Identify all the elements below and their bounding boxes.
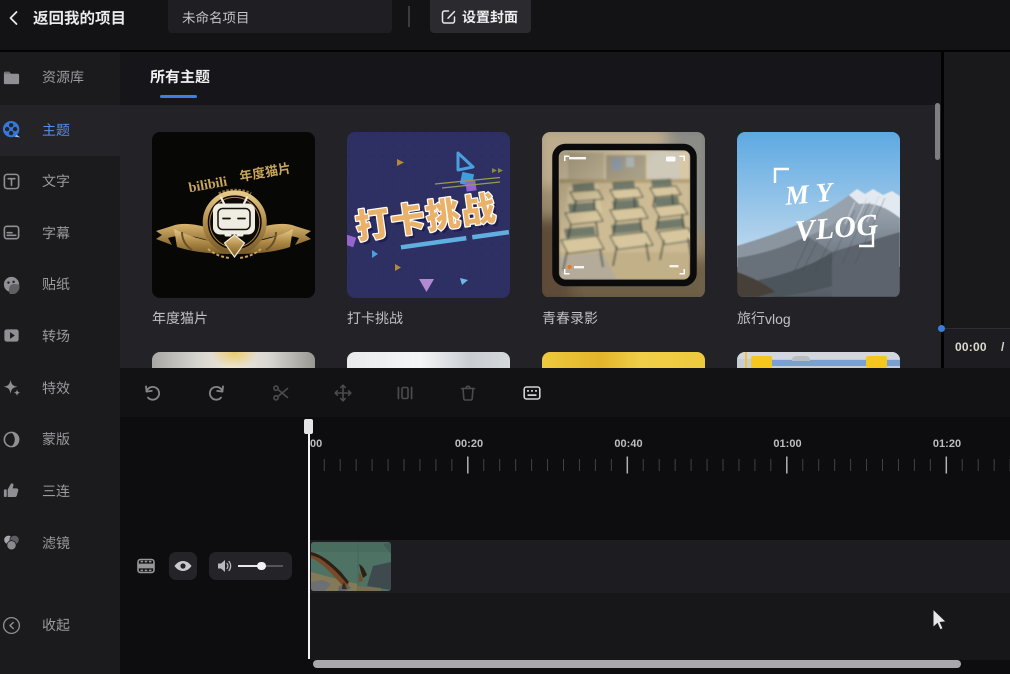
svg-text:MY: MY [783, 176, 841, 211]
svg-text:VLOG: VLOG [794, 208, 880, 248]
